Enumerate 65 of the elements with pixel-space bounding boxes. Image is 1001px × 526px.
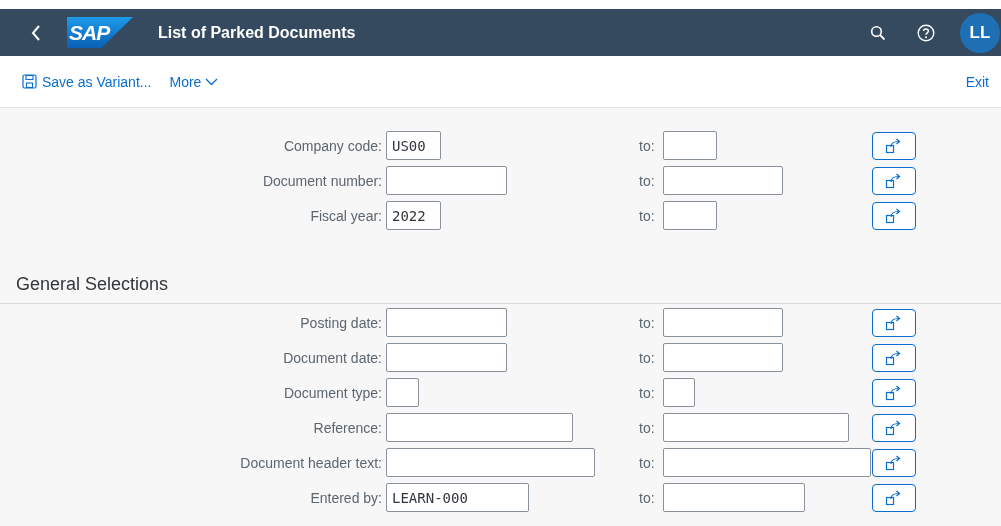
multiple-selection-icon	[885, 489, 903, 506]
app-title: List of Parked Documents	[158, 23, 356, 42]
input-field[interactable]	[386, 378, 419, 407]
multiple-selection-button[interactable]	[872, 131, 916, 160]
exit-button[interactable]: Exit	[959, 69, 995, 94]
multiple-selection-icon	[885, 137, 903, 154]
field-label: Posting date:	[299, 314, 382, 331]
field-label: Document date:	[282, 349, 382, 366]
input-field[interactable]: 2022	[386, 201, 441, 230]
user-avatar[interactable]: LL	[960, 12, 1000, 53]
multiple-selection-button[interactable]	[872, 378, 916, 407]
multiple-selection-icon	[885, 314, 903, 331]
chevron-down-icon	[205, 77, 219, 86]
multiple-selection-icon	[885, 384, 903, 401]
back-chevron-icon	[30, 23, 42, 42]
to-label: to:	[639, 384, 656, 401]
to-label: to:	[639, 349, 656, 366]
to-label: to:	[639, 207, 656, 224]
input-field[interactable]: LEARN-000	[386, 483, 529, 512]
search-icon	[870, 24, 886, 41]
input-field[interactable]	[663, 448, 871, 477]
input-field[interactable]	[386, 343, 507, 372]
save-as-variant-button[interactable]: Save as Variant...	[16, 69, 158, 94]
input-field[interactable]	[663, 166, 783, 195]
sap-logo[interactable]: SAP	[67, 17, 133, 48]
multiple-selection-icon	[885, 454, 903, 471]
multiple-selection-icon	[885, 172, 903, 189]
to-label: to:	[639, 489, 656, 506]
field-label: Reference:	[312, 419, 382, 436]
input-field[interactable]	[386, 308, 507, 337]
to-label: to:	[639, 137, 656, 154]
multiple-selection-button[interactable]	[872, 483, 916, 512]
to-label: to:	[639, 454, 656, 471]
multiple-selection-button[interactable]	[872, 343, 916, 372]
field-label: Fiscal year:	[309, 207, 382, 224]
field-label: Document number:	[261, 172, 382, 189]
multiple-selection-button[interactable]	[872, 413, 916, 442]
multiple-selection-button[interactable]	[872, 308, 916, 337]
multiple-selection-icon	[885, 419, 903, 436]
input-field[interactable]	[386, 413, 573, 442]
more-menu-button[interactable]: More	[163, 69, 225, 94]
input-field[interactable]	[386, 448, 595, 477]
field-label: Company code:	[282, 137, 382, 154]
section-title: General Selections	[0, 274, 1001, 304]
multiple-selection-button[interactable]	[872, 201, 916, 230]
input-field[interactable]	[663, 413, 849, 442]
multiple-selection-button[interactable]	[872, 448, 916, 477]
input-field[interactable]	[663, 343, 783, 372]
field-label: Document header text:	[239, 454, 382, 471]
multiple-selection-icon	[885, 349, 903, 366]
field-label: Entered by:	[309, 489, 382, 506]
input-field[interactable]	[663, 483, 805, 512]
input-field[interactable]	[663, 378, 695, 407]
field-label: Document type:	[282, 384, 382, 401]
to-label: to:	[639, 419, 656, 436]
input-field[interactable]	[663, 308, 783, 337]
multiple-selection-button[interactable]	[872, 166, 916, 195]
input-field[interactable]	[386, 166, 507, 195]
input-field[interactable]	[663, 131, 717, 160]
to-label: to:	[639, 172, 656, 189]
input-field[interactable]	[663, 201, 717, 230]
input-field[interactable]: US00	[386, 131, 441, 160]
to-label: to:	[639, 314, 656, 331]
multiple-selection-icon	[885, 207, 903, 224]
help-icon	[917, 23, 935, 42]
